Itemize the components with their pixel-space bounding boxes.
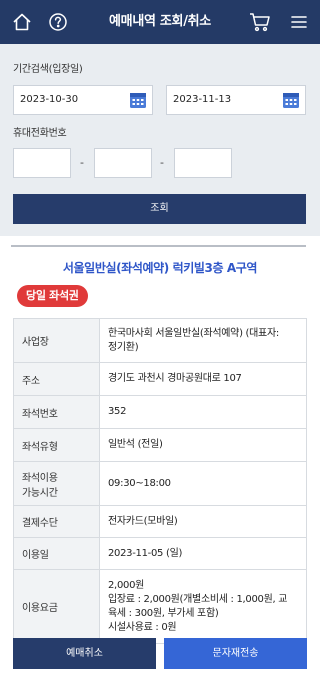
home-icon[interactable] bbox=[9, 9, 35, 35]
phone-input-3[interactable] bbox=[174, 148, 232, 178]
phone-label: 휴대전화번호 bbox=[13, 128, 67, 139]
calendar-icon[interactable] bbox=[282, 91, 300, 109]
table-row: 좌석번호 352 bbox=[13, 395, 307, 429]
table-row: 좌석이용 가능시간 09:30~18:00 bbox=[13, 461, 307, 506]
period-label: 기간검색(입장일) bbox=[13, 64, 83, 75]
row-value: 352 bbox=[99, 395, 307, 429]
end-date-value: 2023-11-13 bbox=[173, 94, 232, 105]
row-key: 결제수단 bbox=[13, 505, 100, 538]
table-row: 이용일 2023-11-05 (일) bbox=[13, 537, 307, 570]
start-date-value: 2023-10-30 bbox=[20, 94, 79, 105]
menu-icon[interactable] bbox=[286, 9, 312, 35]
cart-icon[interactable] bbox=[247, 9, 273, 35]
value-line: 입장료 : 2,000원(개별소비세 : 1,000원, 교 bbox=[108, 593, 288, 605]
venue-title: 서울일반실(좌석예약) 럭키빌3층 A구역 bbox=[62, 261, 258, 275]
section-divider bbox=[11, 245, 306, 247]
row-value: 한국마사회 서울일반실(좌석예약) (대표자: 정기환) bbox=[99, 318, 307, 363]
page-title: 예매내역 조회/취소 bbox=[109, 14, 211, 29]
value-line: 육세 : 300원, 부가세 포함) bbox=[108, 607, 219, 619]
row-key: 사업장 bbox=[13, 318, 100, 363]
end-date-field[interactable]: 2023-11-13 bbox=[166, 85, 306, 115]
row-value: 경기도 과천시 경마공원대로 107 bbox=[99, 362, 307, 396]
same-day-badge: 당일 좌석권 bbox=[17, 285, 88, 307]
row-key: 이용요금 bbox=[13, 569, 100, 644]
value-line: 시설사용료 : 0원 bbox=[108, 621, 177, 633]
booking-info-table: 사업장 한국마사회 서울일반실(좌석예약) (대표자: 정기환) 주소 경기도 … bbox=[13, 318, 307, 644]
row-key: 이용일 bbox=[13, 537, 100, 570]
table-row: 결제수단 전자카드(모바일) bbox=[13, 505, 307, 538]
row-value: 전자카드(모바일) bbox=[99, 505, 307, 538]
value-line: 2,000원 bbox=[108, 579, 145, 591]
key-line: 좌석이용 bbox=[22, 472, 58, 484]
search-button[interactable]: 조회 bbox=[13, 194, 306, 224]
table-row: 사업장 한국마사회 서울일반실(좌석예약) (대표자: 정기환) bbox=[13, 318, 307, 363]
row-value: 09:30~18:00 bbox=[99, 461, 307, 506]
calendar-icon[interactable] bbox=[129, 91, 147, 109]
row-value: 일반석 (전일) bbox=[99, 428, 307, 462]
row-value: 2,000원 입장료 : 2,000원(개별소비세 : 1,000원, 교 육세… bbox=[99, 569, 307, 644]
table-row: 이용요금 2,000원 입장료 : 2,000원(개별소비세 : 1,000원,… bbox=[13, 569, 307, 644]
table-row: 좌석유형 일반석 (전일) bbox=[13, 428, 307, 462]
phone-input-1[interactable] bbox=[13, 148, 71, 178]
phone-separator: - bbox=[80, 156, 84, 169]
help-icon[interactable] bbox=[45, 9, 71, 35]
phone-separator: - bbox=[160, 156, 164, 169]
row-key: 좌석유형 bbox=[13, 428, 100, 462]
value-line: 한국마사회 서울일반실(좌석예약) (대표자: bbox=[108, 327, 279, 339]
app-header: 예매내역 조회/취소 bbox=[0, 0, 320, 44]
row-value: 2023-11-05 (일) bbox=[99, 537, 307, 570]
table-row: 주소 경기도 과천시 경마공원대로 107 bbox=[13, 362, 307, 396]
resend-sms-button[interactable]: 문자재전송 bbox=[164, 638, 307, 669]
row-key: 좌석이용 가능시간 bbox=[13, 461, 100, 506]
row-key: 주소 bbox=[13, 362, 100, 396]
row-key: 좌석번호 bbox=[13, 395, 100, 429]
value-line: 정기환) bbox=[108, 341, 139, 353]
key-line: 가능시간 bbox=[22, 487, 58, 499]
search-panel: 기간검색(입장일) 2023-10-30 2023-11-13 휴대전화번호 -… bbox=[0, 44, 320, 236]
cancel-booking-button[interactable]: 예매취소 bbox=[13, 638, 156, 669]
phone-input-2[interactable] bbox=[94, 148, 152, 178]
start-date-field[interactable]: 2023-10-30 bbox=[13, 85, 153, 115]
